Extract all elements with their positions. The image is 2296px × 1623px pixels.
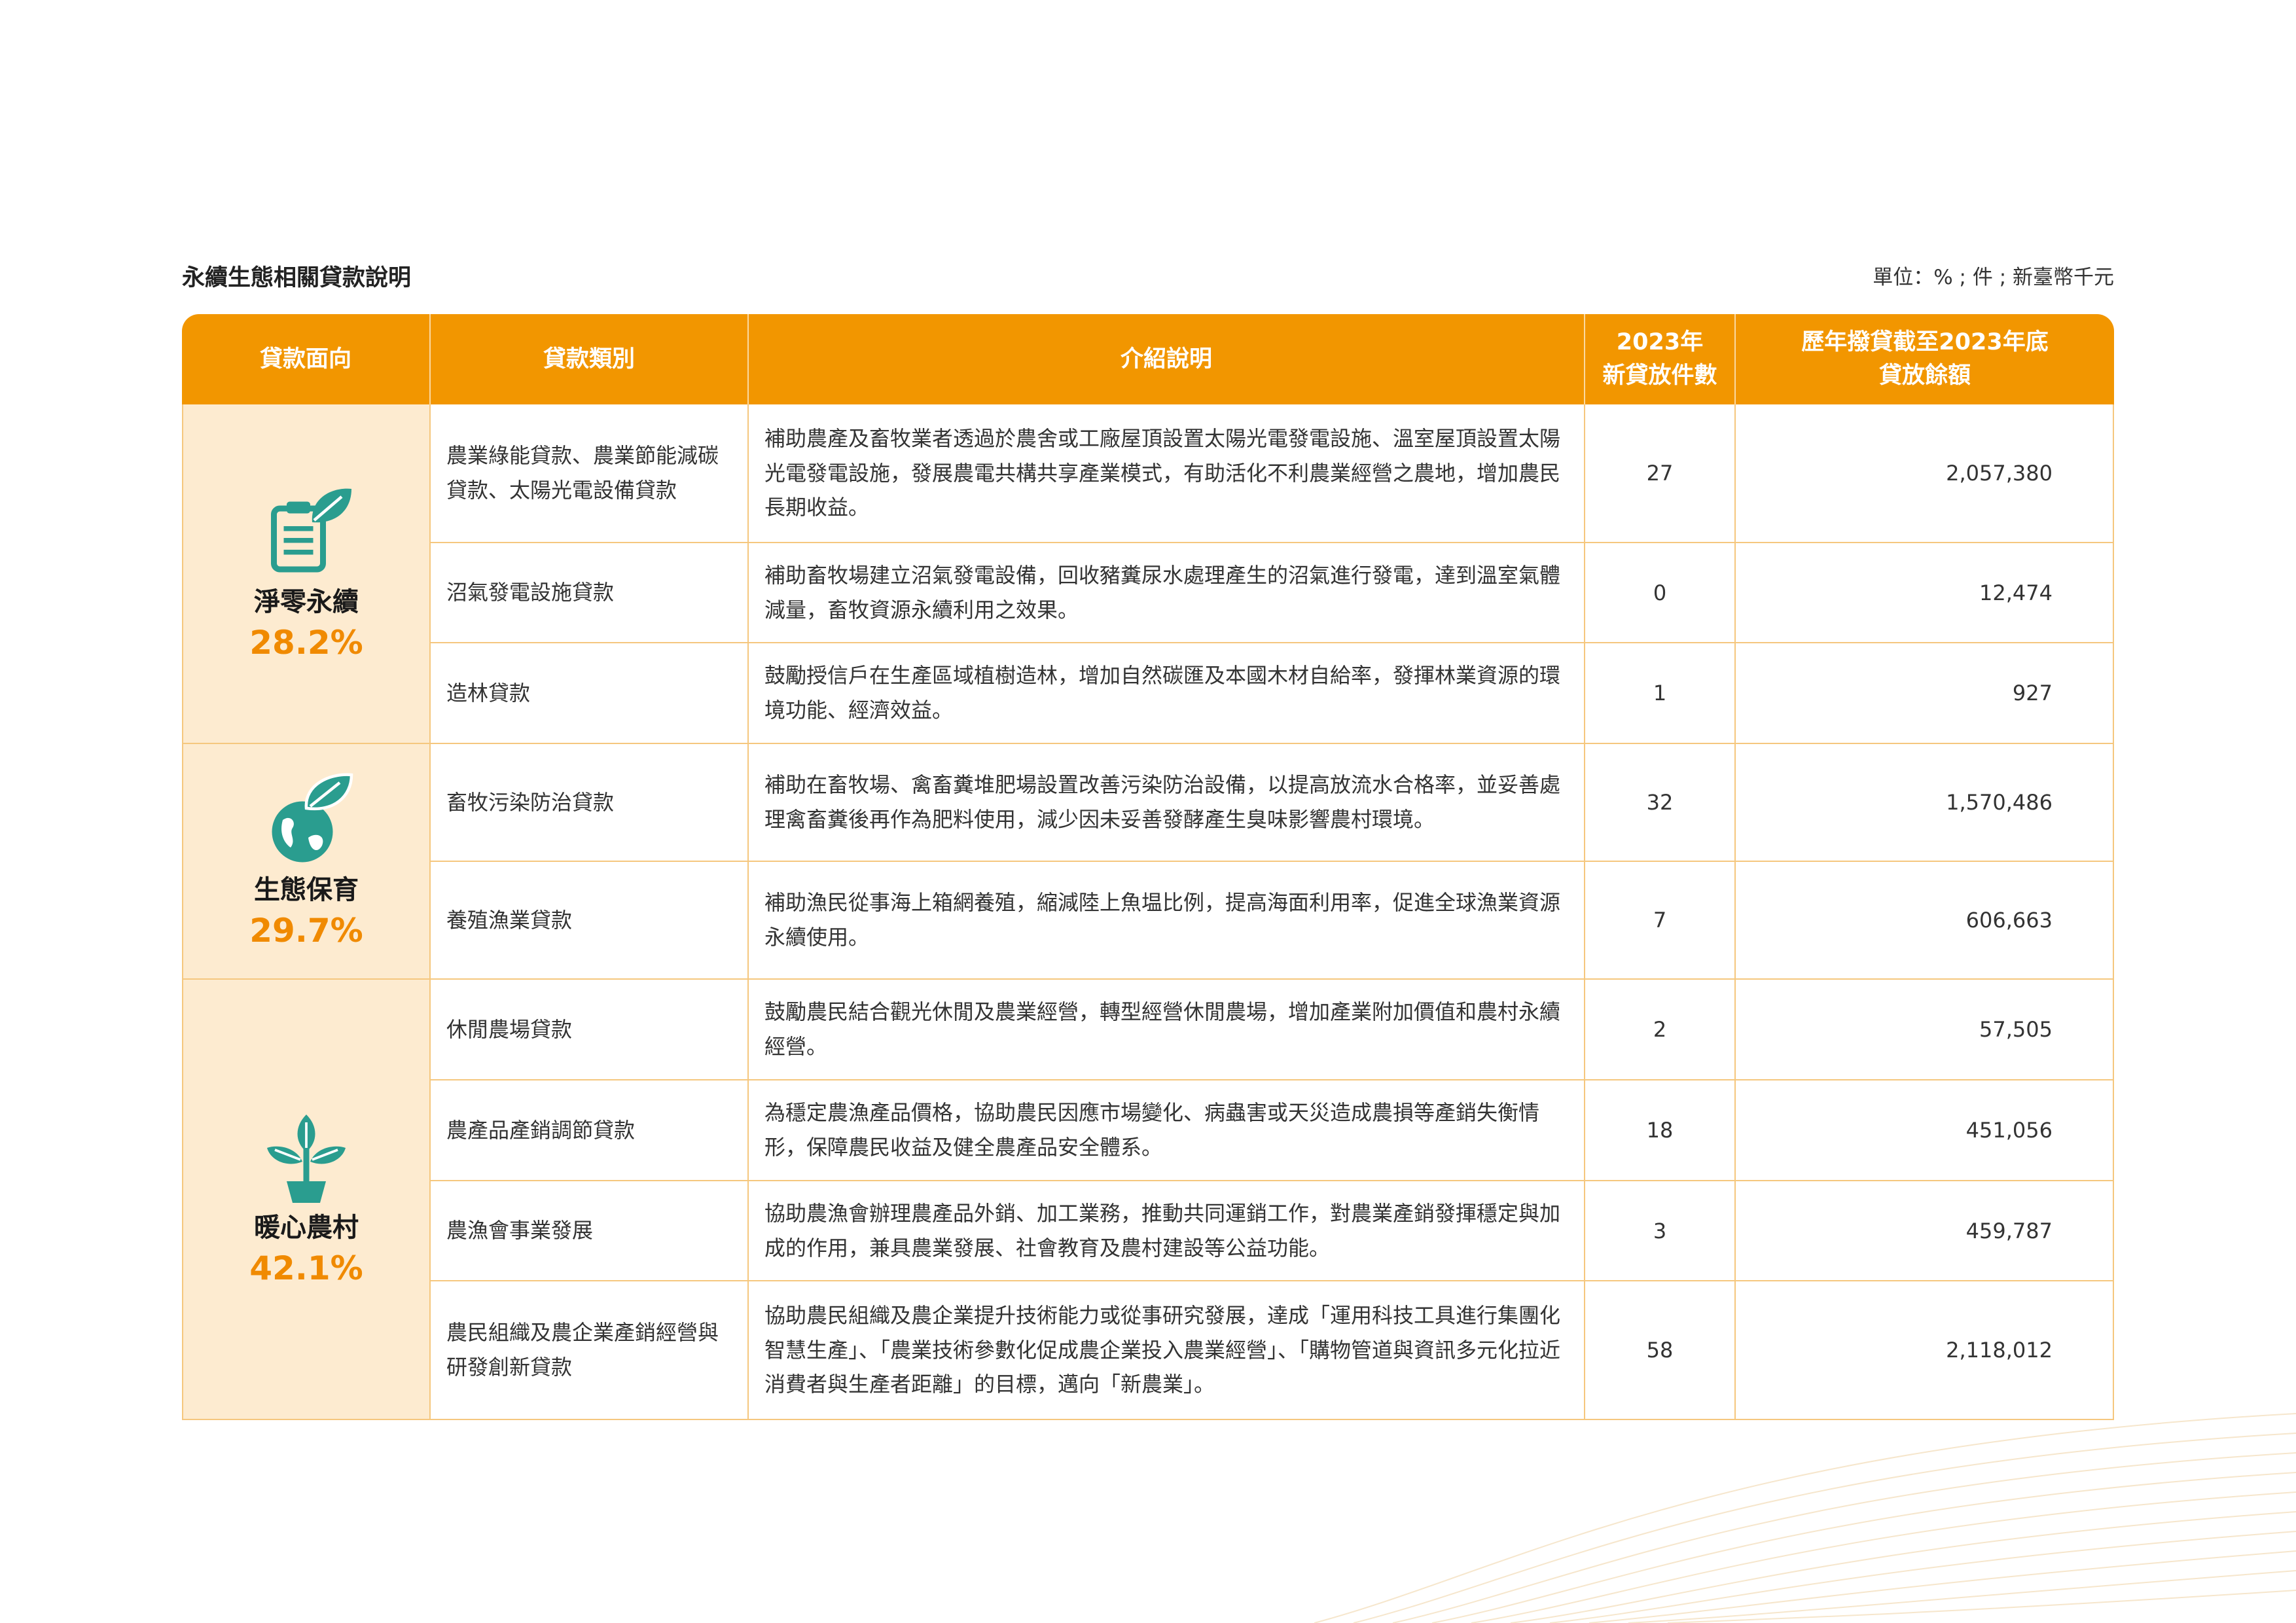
aspect-percent: 28.2% [249, 624, 363, 662]
balance-cell: 451,056 [1736, 1080, 2114, 1181]
category-cell: 造林貸款 [431, 643, 749, 744]
aspect-cell-net-zero: 淨零永續 28.2% [182, 404, 431, 744]
description-cell: 為穩定農漁產品價格，協助農民因應市場變化、病蟲害或天災造成農損等產銷失衡情形，保… [749, 1080, 1585, 1181]
category-cell: 畜牧污染防治貸款 [431, 744, 749, 862]
table-row: 淨零永續 28.2% 農業綠能貸款、農業節能減碳貸款、太陽光電設備貸款 補助農產… [182, 404, 2114, 744]
description-cell: 補助在畜牧場、禽畜糞堆肥場設置改善污染防治設備，以提高放流水合格率，並妥善處理禽… [749, 744, 1585, 862]
balance-cell: 1,570,486 [1736, 744, 2114, 862]
table-row: 養殖漁業貸款 補助漁民從事海上箱網養殖，縮減陸上魚塭比例，提高海面利用率，促進全… [182, 862, 2114, 980]
header-description: 介紹說明 [749, 314, 1585, 404]
description-cell: 鼓勵農民結合觀光休閒及農業經營，轉型經營休閒農場，增加產業附加價值和農村永續經營… [749, 980, 1585, 1080]
header-new-count-line2: 新貸放件數 [1602, 363, 1717, 389]
aspect-name: 淨零永續 [254, 587, 359, 617]
count-cell: 0 [1585, 543, 1736, 643]
aspect-cell-rural: 暖心農村 42.1% [182, 980, 431, 1420]
loan-table: 貸款面向 貸款類別 介紹說明 2023年 新貸放件數 歷年撥貸截至2023年底 … [182, 314, 2114, 1420]
header-balance-line1: 歷年撥貸截至2023年底 [1801, 329, 2049, 356]
category-cell: 農業綠能貸款、農業節能減碳貸款、太陽光電設備貸款 [431, 404, 749, 543]
aspect-percent: 42.1% [249, 1249, 363, 1287]
table-row: 農民組織及農企業產銷經營與研發創新貸款 協助農民組織及農企業提升技術能力或從事研… [182, 1281, 2114, 1420]
header-balance-line2: 貸放餘額 [1878, 363, 1971, 389]
description-cell: 鼓勵授信戶在生產區域植樹造林，增加自然碳匯及本國木材自給率，發揮林業資源的環境功… [749, 643, 1585, 744]
table-header-row: 貸款面向 貸款類別 介紹說明 2023年 新貸放件數 歷年撥貸截至2023年底 … [182, 314, 2114, 404]
category-cell: 農漁會事業發展 [431, 1181, 749, 1281]
balance-cell: 459,787 [1736, 1181, 2114, 1281]
clipboard-leaf-icon [271, 488, 351, 573]
balance-cell: 927 [1736, 643, 2114, 744]
description-cell: 補助農產及畜牧業者透過於農舍或工廠屋頂設置太陽光電發電設施、溫室屋頂設置太陽光電… [749, 404, 1585, 543]
count-cell: 1 [1585, 643, 1736, 744]
aspect-name: 生態保育 [254, 874, 359, 905]
table-row: 暖心農村 42.1% 休閒農場貸款 鼓勵農民結合觀光休閒及農業經營，轉型經營休閒… [182, 980, 2114, 1420]
unit-note: 單位：% ; 件 ; 新臺幣千元 [1873, 266, 2114, 289]
count-cell: 7 [1585, 862, 1736, 980]
header-new-count-line1: 2023年 [1616, 329, 1704, 356]
count-cell: 58 [1585, 1281, 1736, 1420]
description-cell: 補助畜牧場建立沼氣發電設備，回收豬糞尿水處理產生的沼氣進行發電，達到溫室氣體減量… [749, 543, 1585, 643]
header-balance: 歷年撥貸截至2023年底 貸放餘額 [1736, 314, 2114, 404]
balance-cell: 57,505 [1736, 980, 2114, 1080]
count-cell: 27 [1585, 404, 1736, 543]
category-cell: 休閒農場貸款 [431, 980, 749, 1080]
description-cell: 協助農漁會辦理農產品外銷、加工業務，推動共同運銷工作，對農業產銷發揮穩定與加成的… [749, 1181, 1585, 1281]
balance-cell: 2,118,012 [1736, 1281, 2114, 1420]
aspect-cell-ecology: 生態保育 29.7% [182, 744, 431, 980]
header-aspect: 貸款面向 [182, 314, 431, 404]
count-cell: 2 [1585, 980, 1736, 1080]
description-cell: 補助漁民從事海上箱網養殖，縮減陸上魚塭比例，提高海面利用率，促進全球漁業資源永續… [749, 862, 1585, 980]
aspect-name: 暖心農村 [254, 1213, 359, 1243]
header-category: 貸款類別 [431, 314, 749, 404]
potted-plant-icon [267, 1115, 346, 1203]
table-row: 農漁會事業發展 協助農漁會辦理農產品外銷、加工業務，推動共同運銷工作，對農業產銷… [182, 1181, 2114, 1281]
count-cell: 3 [1585, 1181, 1736, 1281]
category-cell: 農產品產銷調節貸款 [431, 1080, 749, 1181]
category-cell: 沼氣發電設施貸款 [431, 543, 749, 643]
decorative-waves [1314, 1413, 2296, 1623]
table-row: 農產品產銷調節貸款 為穩定農漁產品價格，協助農民因應市場變化、病蟲害或天災造成農… [182, 1080, 2114, 1181]
table-row: 沼氣發電設施貸款 補助畜牧場建立沼氣發電設備，回收豬糞尿水處理產生的沼氣進行發電… [182, 543, 2114, 643]
balance-cell: 606,663 [1736, 862, 2114, 980]
aspect-percent: 29.7% [249, 911, 363, 950]
category-cell: 養殖漁業貸款 [431, 862, 749, 980]
header-new-count: 2023年 新貸放件數 [1585, 314, 1736, 404]
description-cell: 協助農民組織及農企業提升技術能力或從事研究發展，達成「運用科技工具進行集團化智慧… [749, 1281, 1585, 1420]
category-cell: 農民組織及農企業產銷經營與研發創新貸款 [431, 1281, 749, 1420]
balance-cell: 12,474 [1736, 543, 2114, 643]
globe-leaf-icon [272, 772, 353, 862]
count-cell: 18 [1585, 1080, 1736, 1181]
table-row: 造林貸款 鼓勵授信戶在生產區域植樹造林，增加自然碳匯及本國木材自給率，發揮林業資… [182, 643, 2114, 744]
count-cell: 32 [1585, 744, 1736, 862]
balance-cell: 2,057,380 [1736, 404, 2114, 543]
table-title: 永續生態相關貸款說明 [182, 265, 412, 291]
table-row: 生態保育 29.7% 畜牧污染防治貸款 補助在畜牧場、禽畜糞堆肥場設置改善污染防… [182, 744, 2114, 980]
